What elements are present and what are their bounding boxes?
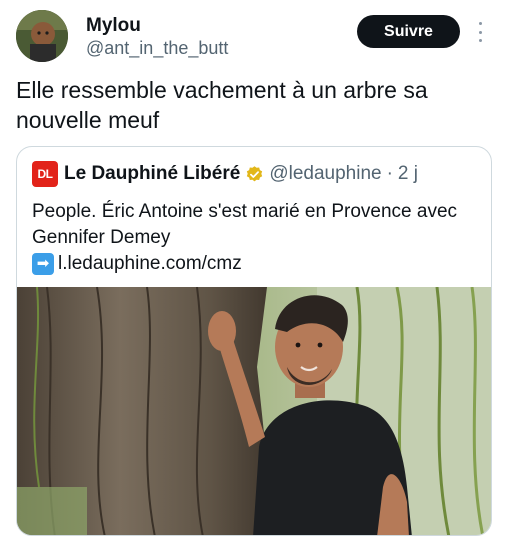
quoted-tweet[interactable]: DL Le Dauphiné Libéré @ledauphine · 2 j … xyxy=(16,146,492,536)
quoted-author-name[interactable]: Le Dauphiné Libéré xyxy=(64,163,240,185)
quoted-timestamp[interactable]: 2 j xyxy=(398,163,418,185)
tweet-text: Elle ressemble vachement à un arbre sa n… xyxy=(16,77,428,133)
quoted-link-line: ➡ l.ledauphine.com/cmz xyxy=(32,251,478,277)
follow-button[interactable]: Suivre xyxy=(357,15,460,48)
avatar[interactable] xyxy=(16,10,68,62)
right-arrow-icon: ➡ xyxy=(32,253,54,275)
verified-badge-icon xyxy=(247,165,263,181)
quoted-text: People. Éric Antoine s'est marié en Prov… xyxy=(32,201,458,248)
dl-logo[interactable]: DL xyxy=(32,161,58,187)
tweet-header: Mylou @ant_in_the_butt Suivre xyxy=(16,10,492,66)
quoted-tweet-header: DL Le Dauphiné Libéré @ledauphine · 2 j xyxy=(32,161,418,187)
quoted-text-block: People. Éric Antoine s'est marié en Prov… xyxy=(32,199,478,277)
quoted-photo[interactable] xyxy=(17,287,491,535)
quoted-link[interactable]: l.ledauphine.com/cmz xyxy=(58,251,242,277)
author-name[interactable]: Mylou xyxy=(86,15,141,37)
separator-dot: · xyxy=(386,163,393,184)
more-options-icon[interactable] xyxy=(474,22,486,42)
quoted-author-handle[interactable]: @ledauphine xyxy=(269,163,381,185)
author-handle[interactable]: @ant_in_the_butt xyxy=(86,38,228,59)
